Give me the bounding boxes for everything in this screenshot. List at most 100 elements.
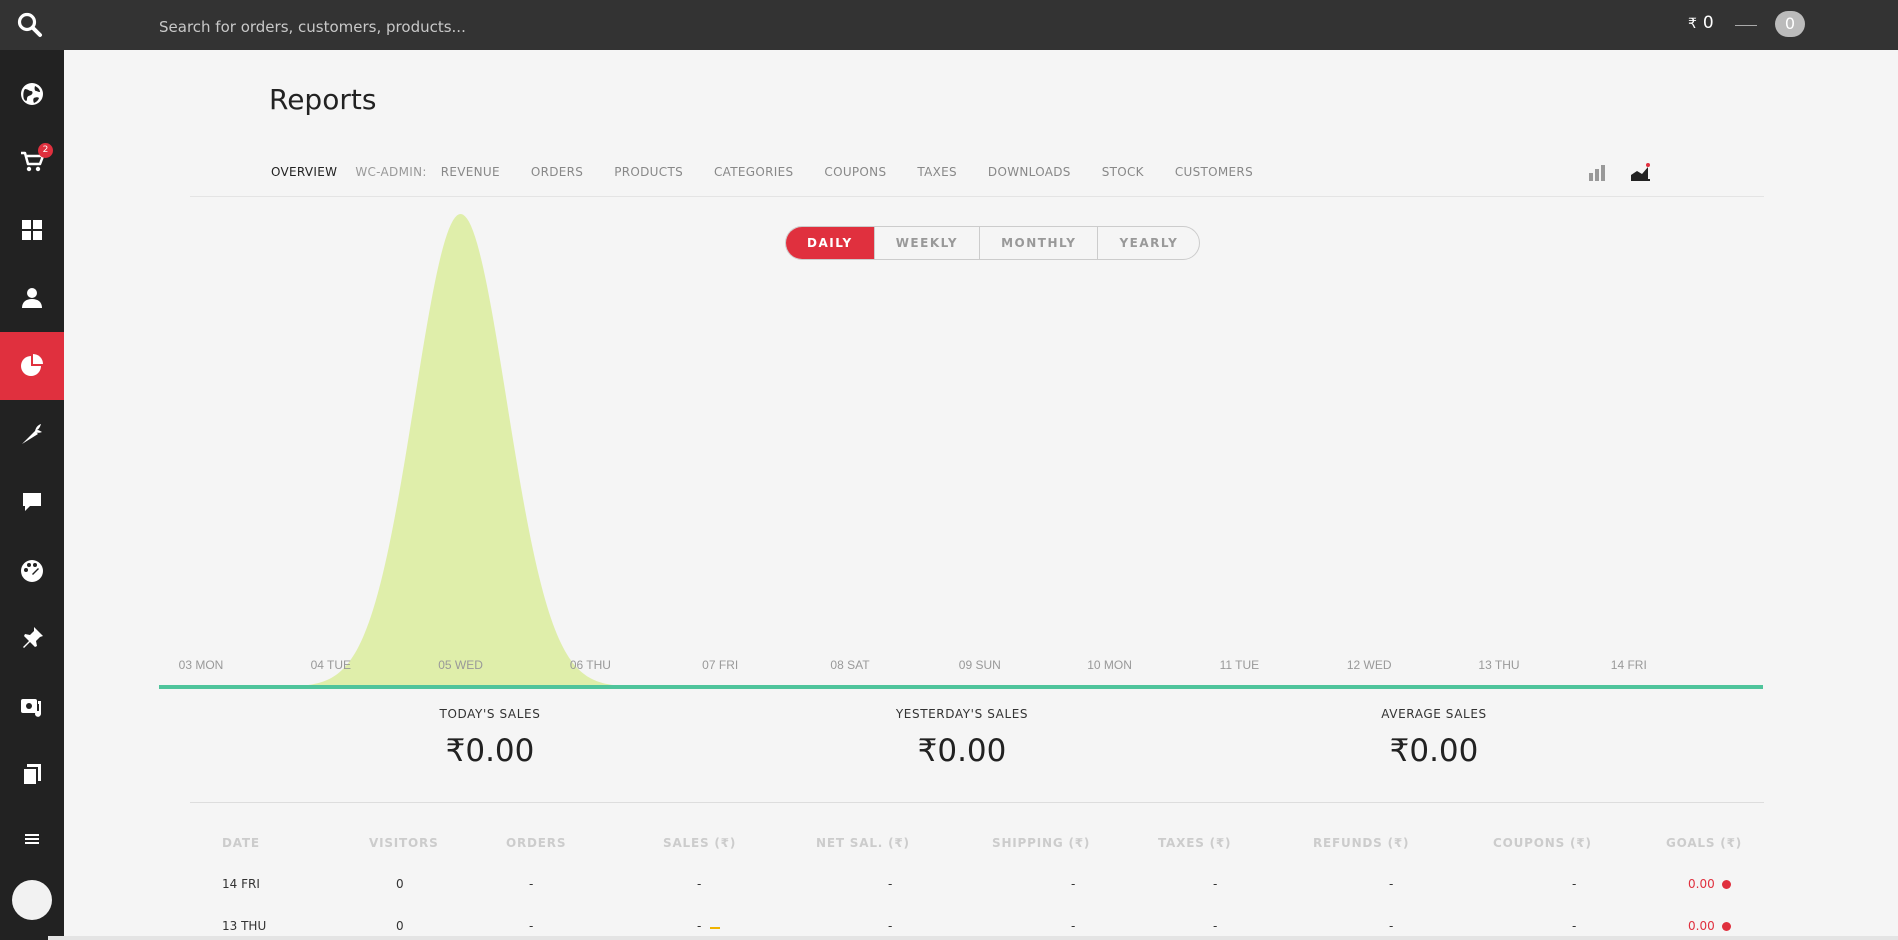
x-tick-label: 07 FRI (702, 658, 739, 672)
table-cell-goals: 0.00 (1688, 877, 1715, 891)
column-header-orders[interactable]: ORDERS (506, 836, 566, 850)
sidebar-item-pages[interactable] (0, 740, 64, 808)
table-cell-net-sales: - (888, 919, 893, 933)
sidebar-item-dashboard[interactable] (0, 196, 64, 264)
notification-count-badge[interactable]: 0 (1775, 11, 1805, 37)
nav-prefix-label: WC-ADMIN: (355, 165, 427, 179)
table-cell-coupons: - (1572, 919, 1577, 933)
goal-status-dot (1722, 922, 1731, 931)
table-cell-orders: - (529, 919, 534, 933)
summary-label: YESTERDAY'S SALES (895, 707, 1029, 721)
x-tick-label: 09 SUN (958, 658, 1001, 672)
user-icon (22, 288, 42, 308)
globe-icon (21, 83, 43, 105)
column-header-visitors[interactable]: VISITORS (369, 836, 439, 850)
cart-total-value: 0 (1702, 13, 1714, 33)
search-icon[interactable] (16, 11, 44, 39)
top-bar: ₹0 0 (0, 0, 1898, 50)
column-header-goals[interactable]: GOALS (₹) (1666, 836, 1742, 850)
x-tick-label: 05 WED (438, 658, 483, 672)
goal-status-dot (1722, 880, 1731, 889)
x-tick-label: 06 THU (569, 658, 611, 672)
today-sales-summary: TODAY'S SALES ₹0.00 (340, 707, 640, 769)
sidebar-item-posts[interactable] (0, 604, 64, 672)
dashboard-grid-icon (22, 220, 42, 240)
table-cell-goals: 0.00 (1688, 919, 1715, 933)
avatar[interactable] (12, 880, 52, 920)
period-toggle: DAILY WEEKLY MONTHLY YEARLY (785, 226, 1201, 260)
table-cell-shipping: - (1071, 877, 1076, 891)
currency-symbol: ₹ (1688, 16, 1697, 32)
summary-divider (190, 802, 1764, 803)
bar-chart-view-icon[interactable] (1587, 162, 1607, 182)
column-header-net-sales[interactable]: NET SAL. (₹) (816, 836, 910, 850)
tab-taxes[interactable]: TAXES (917, 165, 957, 179)
cart-badge: 2 (38, 143, 53, 158)
search-input[interactable] (157, 15, 861, 39)
table-cell-date: 13 THU (222, 919, 267, 933)
sidebar-item-globe[interactable] (0, 60, 64, 128)
sales-sparkline (710, 927, 720, 929)
x-tick-label: 08 SAT (830, 658, 870, 672)
x-tick-label: 04 TUE (310, 658, 352, 672)
tab-downloads[interactable]: DOWNLOADS (988, 165, 1071, 179)
x-tick-label: 03 MON (178, 658, 224, 672)
sidebar-item-reports[interactable] (0, 332, 64, 400)
table-cell-date: 14 FRI (222, 877, 260, 891)
tab-orders[interactable]: ORDERS (531, 165, 583, 179)
table-cell-visitors: 0 (396, 877, 404, 891)
yesterday-sales-summary: YESTERDAY'S SALES ₹0.00 (812, 707, 1112, 769)
sidebar-item-appearance[interactable] (0, 536, 64, 604)
sidebar: 2 (0, 50, 64, 940)
menu-icon (25, 834, 39, 844)
summary-value: ₹0.00 (1389, 733, 1479, 769)
tab-coupons[interactable]: COUPONS (824, 165, 886, 179)
x-tick-label: 10 MON (1087, 658, 1132, 672)
sidebar-item-comments[interactable] (0, 468, 64, 536)
summary-label: AVERAGE SALES (1381, 707, 1487, 721)
column-header-date[interactable]: DATE (222, 836, 260, 850)
summary-label: TODAY'S SALES (439, 707, 541, 721)
sidebar-item-tools[interactable] (0, 672, 64, 740)
copy-icon (22, 764, 41, 786)
tab-overview[interactable]: OVERVIEW (271, 165, 337, 179)
area-chart-view-icon[interactable] (1629, 160, 1651, 182)
tab-stock[interactable]: STOCK (1102, 165, 1144, 179)
sidebar-item-menu[interactable] (0, 805, 64, 873)
column-header-refunds[interactable]: REFUNDS (₹) (1313, 836, 1409, 850)
period-monthly-button[interactable]: MONTHLY (979, 227, 1097, 259)
table-cell-refunds: - (1389, 919, 1394, 933)
sidebar-item-cart[interactable]: 2 (0, 128, 64, 196)
period-daily-button[interactable]: DAILY (786, 227, 874, 259)
x-tick-label: 12 WED (1346, 658, 1392, 672)
sidebar-item-customers[interactable] (0, 264, 64, 332)
page-title: Reports (269, 83, 377, 116)
cart-total[interactable]: ₹0 (1688, 13, 1714, 33)
tab-customers[interactable]: CUSTOMERS (1175, 165, 1253, 179)
palette-icon (21, 560, 43, 582)
separator-dash (1735, 25, 1757, 26)
table-cell-net-sales: - (888, 877, 893, 891)
period-yearly-button[interactable]: YEARLY (1097, 227, 1199, 259)
summary-value: ₹0.00 (445, 733, 535, 769)
table-cell-taxes: - (1213, 919, 1218, 933)
x-tick-label: 13 THU (1478, 658, 1520, 672)
period-weekly-button[interactable]: WEEKLY (873, 227, 979, 259)
tab-categories[interactable]: CATEGORIES (714, 165, 793, 179)
tab-revenue[interactable]: REVENUE (441, 165, 500, 179)
report-nav: OVERVIEW WC-ADMIN: REVENUE ORDERS PRODUC… (271, 162, 1284, 182)
sidebar-item-products[interactable] (0, 400, 64, 468)
column-header-shipping[interactable]: SHIPPING (₹) (992, 836, 1090, 850)
table-cell-refunds: - (1389, 877, 1394, 891)
column-header-sales[interactable]: SALES (₹) (663, 836, 736, 850)
chart-baseline (159, 685, 1763, 689)
carrot-icon (22, 424, 42, 444)
table-cell-sales: - (697, 877, 702, 891)
pie-chart-icon (21, 354, 43, 376)
table-cell-visitors: 0 (396, 919, 404, 933)
tab-products[interactable]: PRODUCTS (614, 165, 683, 179)
table-cell-sales: - (697, 919, 702, 933)
sales-area (161, 214, 1689, 687)
column-header-taxes[interactable]: TAXES (₹) (1158, 836, 1231, 850)
column-header-coupons[interactable]: COUPONS (₹) (1493, 836, 1592, 850)
